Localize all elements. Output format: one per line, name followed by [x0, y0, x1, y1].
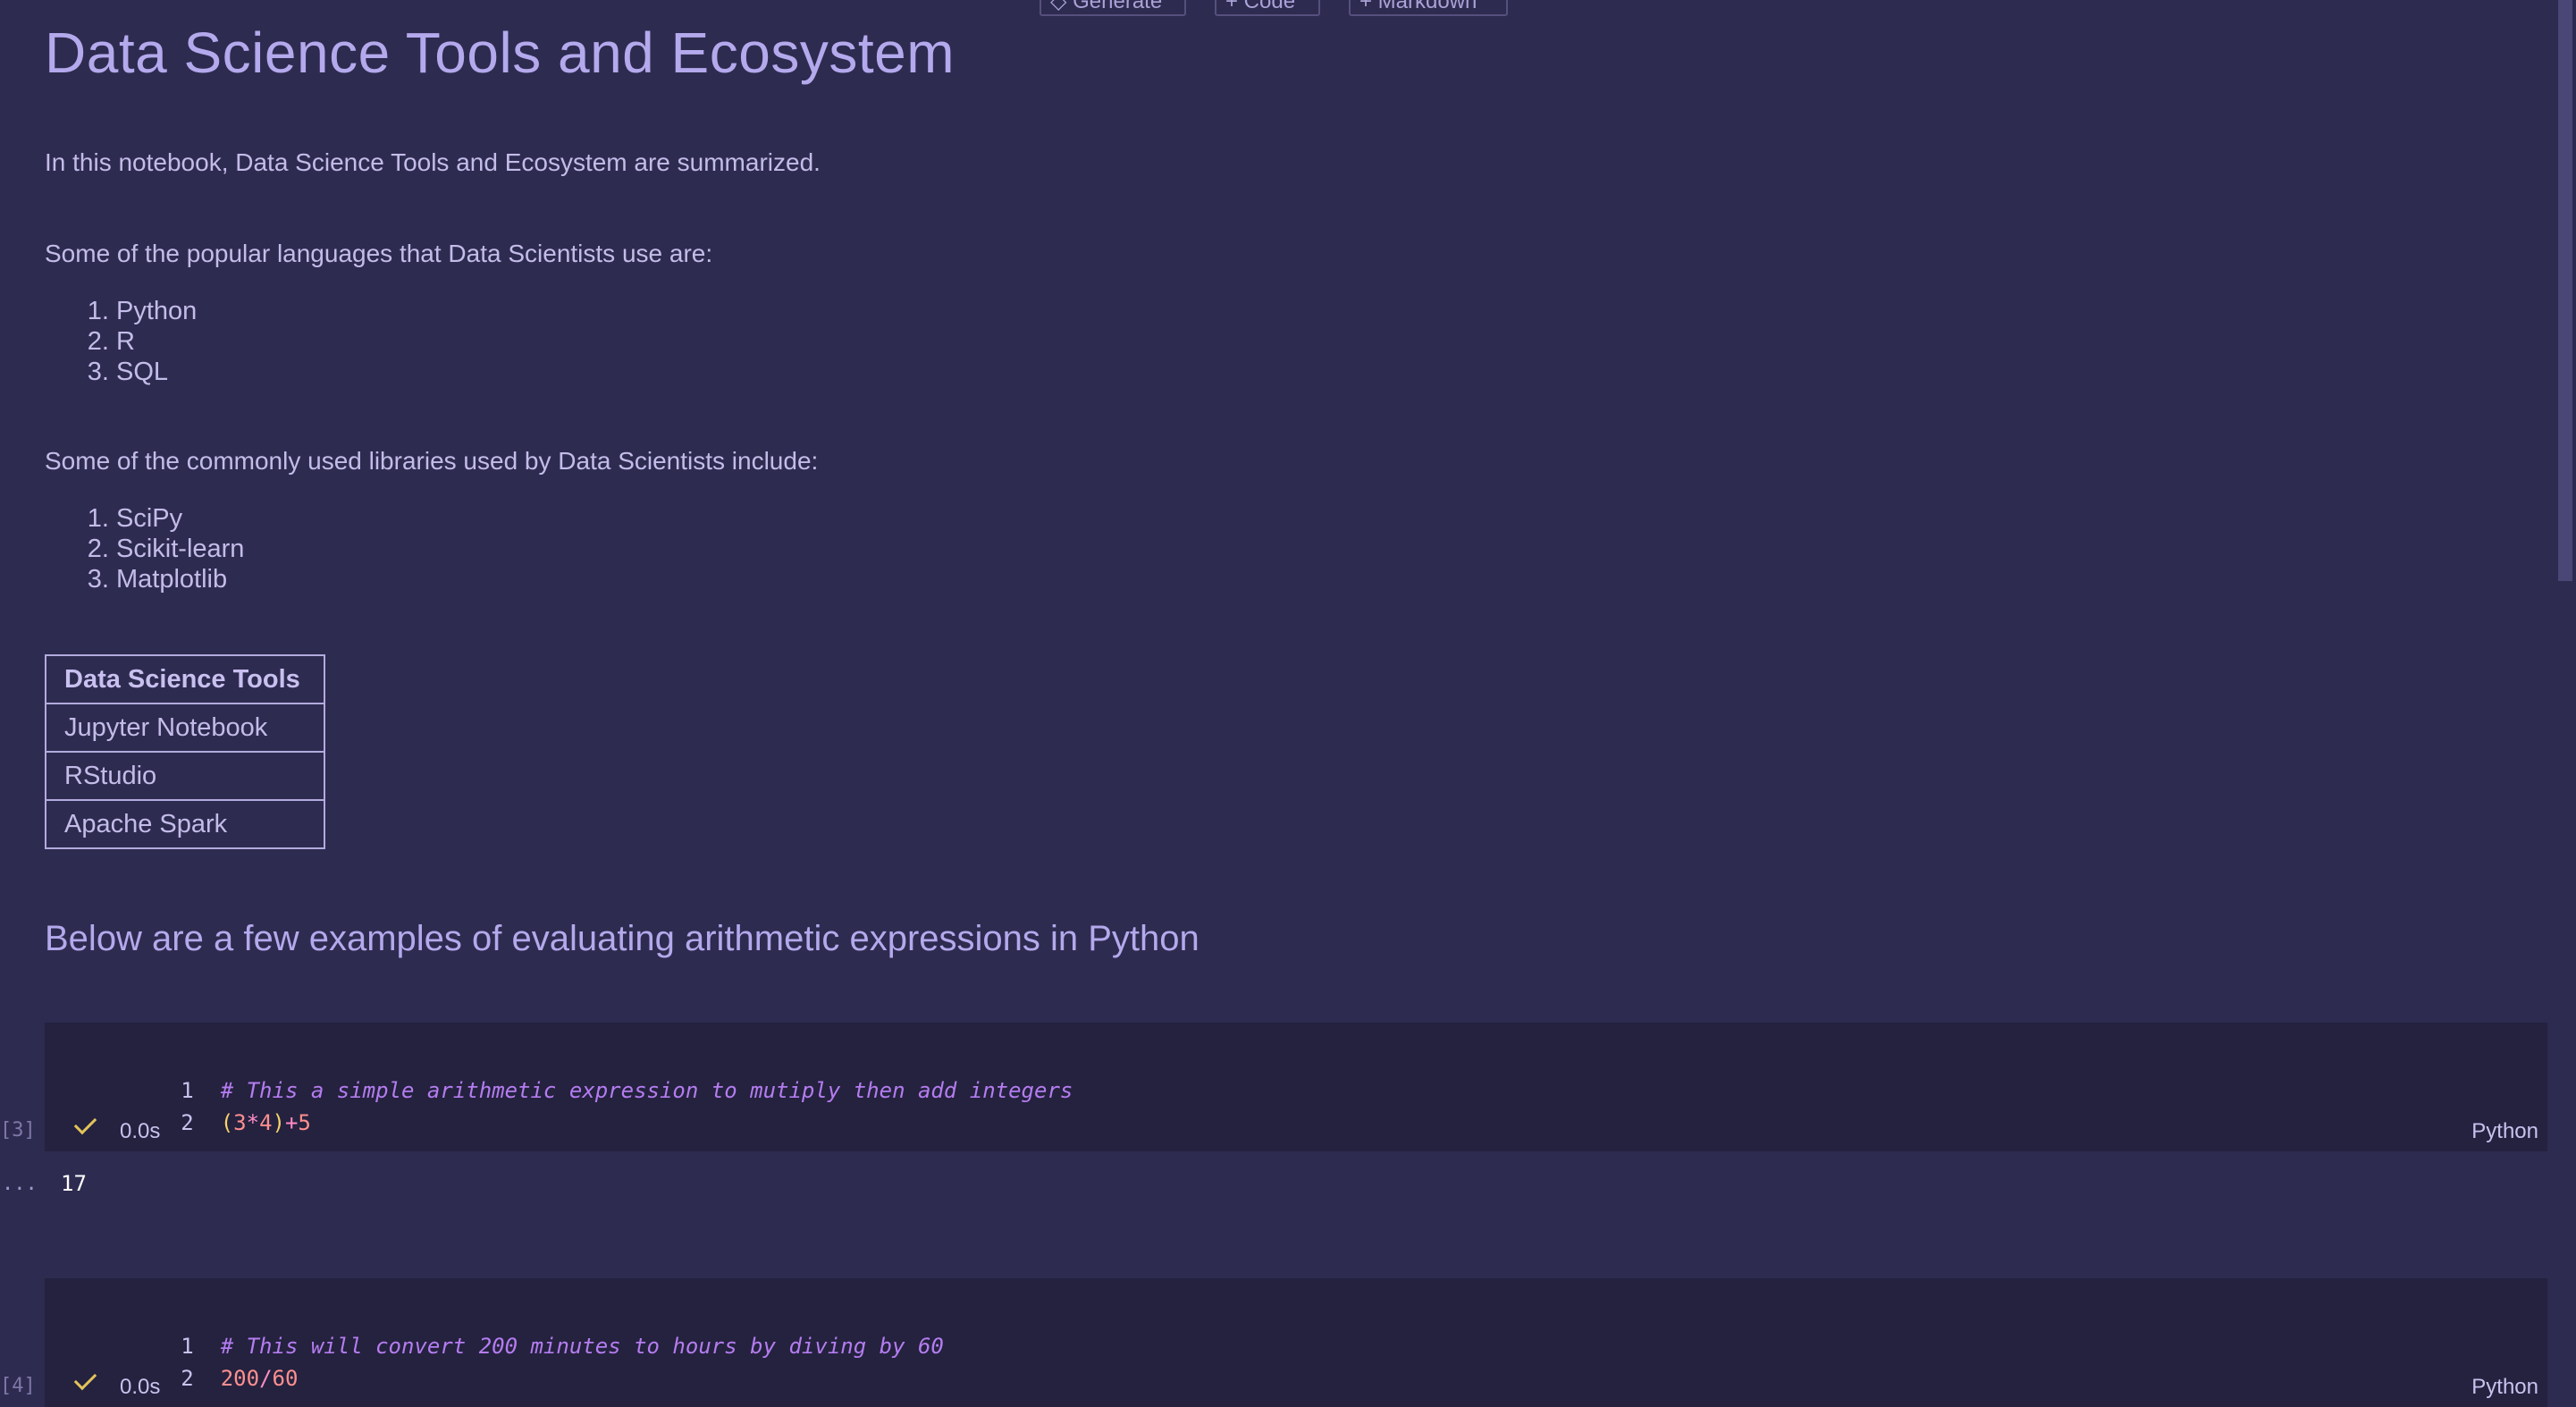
scrollbar-thumb[interactable]	[2558, 0, 2572, 581]
list-item: Scikit-learn	[116, 534, 244, 564]
intro-text: In this notebook, Data Science Tools and…	[45, 148, 821, 176]
list-item: Matplotlib	[116, 564, 244, 594]
cell-insert-toolbar: ◇ Generate + Code + Markdown	[1040, 0, 1508, 16]
table-cell: Apache Spark	[45, 799, 325, 849]
execution-count: [3]	[0, 1119, 36, 1142]
add-code-cell-button[interactable]: + Code	[1215, 0, 1320, 16]
cell-output: 17	[61, 1171, 87, 1196]
code-line: 1 # This a simple arithmetic expression t…	[45, 1042, 1073, 1103]
check-icon	[73, 1367, 97, 1391]
code-line: 1 # This will convert 200 minutes to hour…	[45, 1298, 944, 1359]
code-cell[interactable]: 1 # This will convert 200 minutes to hour…	[45, 1278, 2547, 1407]
table-cell: RStudio	[45, 751, 325, 801]
libraries-heading: Some of the commonly used libraries used…	[45, 447, 819, 475]
arithmetic-heading: Below are a few examples of evaluating a…	[45, 919, 1200, 958]
add-markdown-cell-button[interactable]: + Markdown	[1349, 0, 1508, 16]
check-icon	[73, 1111, 97, 1135]
execution-time: 0.0s	[120, 1375, 161, 1399]
table-cell: Jupyter Notebook	[45, 703, 325, 753]
cell-status-bar: 0.0s Python	[45, 1367, 2547, 1403]
execution-time: 0.0s	[120, 1119, 161, 1143]
vertical-scrollbar[interactable]	[2558, 0, 2576, 1407]
table-header: Data Science Tools	[45, 654, 325, 704]
cell-status-bar: 0.0s Python	[45, 1111, 2547, 1148]
generate-button[interactable]: ◇ Generate	[1040, 0, 1186, 16]
list-item: SQL	[116, 357, 197, 387]
language-selector[interactable]: Python	[2471, 1371, 2538, 1403]
code-comment: # This will convert 200 minutes to hours…	[220, 1334, 944, 1359]
list-item: R	[116, 326, 197, 357]
execution-count: [4]	[0, 1375, 36, 1397]
code-comment: # This a simple arithmetic expression to…	[220, 1078, 1073, 1103]
tools-table: Data Science Tools Jupyter Notebook RStu…	[45, 654, 325, 849]
code-cell[interactable]: 1 # This a simple arithmetic expression t…	[45, 1023, 2547, 1151]
languages-heading: Some of the popular languages that Data …	[45, 240, 713, 267]
list-item: SciPy	[116, 503, 244, 534]
output-menu-icon[interactable]: ...	[2, 1173, 38, 1195]
code-line: 2 (3*4)+5	[45, 1074, 311, 1135]
language-selector[interactable]: Python	[2471, 1116, 2538, 1148]
list-item: Python	[116, 296, 197, 326]
languages-list: Python R SQL	[45, 296, 197, 387]
code-line: 2 200/60	[45, 1330, 298, 1391]
page-title: Data Science Tools and Ecosystem	[45, 21, 955, 85]
notebook-editor: ◇ Generate + Code + Markdown Data Scienc…	[0, 0, 2576, 1407]
libraries-list: SciPy Scikit-learn Matplotlib	[45, 503, 244, 594]
